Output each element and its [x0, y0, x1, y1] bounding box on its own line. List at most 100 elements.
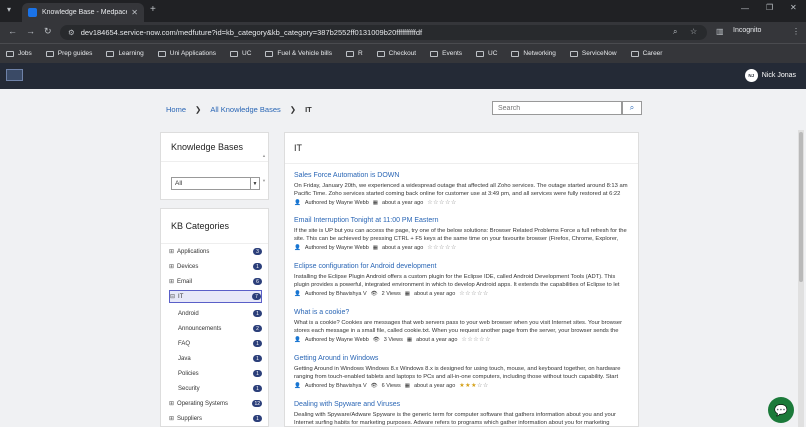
category-label: Devices [177, 263, 199, 270]
article-views: 3 Views [383, 336, 403, 343]
breadcrumb-all-kb[interactable]: All Knowledge Bases [210, 105, 280, 114]
chat-icon[interactable]: 💬 [768, 397, 794, 423]
browser-tab[interactable]: Knowledge Base - Medpace Full ✕ [22, 3, 144, 22]
bookmark-item[interactable]: UC [230, 50, 251, 57]
expand-icon[interactable]: ⊞ [169, 248, 174, 255]
article-author: Authored by Wayne Webb [304, 244, 369, 251]
collapse-icon[interactable]: ⊟ [170, 293, 175, 300]
favicon-icon [28, 8, 37, 17]
bookmark-item[interactable]: Events [430, 50, 462, 57]
user-name: Nick Jonas [761, 72, 796, 79]
bookmark-star-icon[interactable]: ☆ [690, 27, 697, 36]
article-title-link[interactable]: Getting Around in Windows [294, 355, 630, 362]
panel-title: Knowledge Bases [161, 133, 268, 162]
category-item[interactable]: ⊞ Applications 3 [169, 245, 262, 258]
category-item[interactable]: Security 1 [169, 382, 262, 395]
panel-title: KB Categories [161, 209, 268, 244]
folder-icon [106, 50, 115, 57]
bookmark-item[interactable]: Fuel & Vehicle bills [265, 50, 332, 57]
forward-icon[interactable]: → [26, 26, 35, 36]
tab-search-icon[interactable]: ▾ [7, 5, 11, 14]
bookmark-label: UC [488, 50, 498, 57]
kb-select[interactable]: All ▼ [171, 177, 260, 190]
article-title-link[interactable]: What is a cookie? [294, 309, 630, 316]
expand-icon[interactable]: ⊞ [169, 400, 174, 407]
bookmark-label: R [357, 50, 363, 57]
article-snippet: If the site is UP but you can access the… [294, 228, 627, 242]
article-title-link[interactable]: Eclipse configuration for Android develo… [294, 263, 630, 270]
search-button[interactable]: ⌕ [622, 101, 642, 115]
article-meta: 👤 Authored by Wayne Webb ▦ about a year ago… [294, 199, 630, 207]
incognito-label[interactable]: Incognito [733, 27, 761, 34]
bookmark-item[interactable]: UC [476, 50, 497, 57]
menu-icon[interactable]: ⋮ [792, 27, 800, 36]
category-item[interactable]: ⊟ IT 7 [169, 290, 262, 303]
bookmark-label: Fuel & Vehicle bills [277, 50, 332, 57]
bookmark-item[interactable]: Networking [511, 50, 556, 57]
page-scrollbar[interactable] [798, 130, 804, 427]
article-age: about a year ago [413, 290, 456, 297]
chevron-down-icon: ▼ [250, 178, 259, 189]
minimize-icon[interactable]: — [741, 4, 749, 13]
article-title-link[interactable]: Email Interruption Tonight at 11:00 PM E… [294, 217, 630, 224]
search-input[interactable] [492, 101, 622, 115]
category-item[interactable]: Announcements 2 [169, 322, 262, 335]
category-label: Policies [178, 370, 199, 377]
window-close-icon[interactable]: ✕ [790, 3, 797, 12]
category-item[interactable]: ⊞ Operating Systems 12 [169, 397, 262, 410]
article-item: Email Interruption Tonight at 11:00 PM E… [294, 217, 630, 251]
bookmark-item[interactable]: Learning [106, 50, 144, 57]
folder-icon [265, 50, 274, 57]
expand-icon[interactable]: ⊞ [169, 263, 174, 270]
bookmark-item[interactable]: Career [630, 50, 662, 57]
count-badge: 1 [253, 415, 262, 422]
category-item[interactable]: FAQ 1 [169, 337, 262, 350]
zoom-icon[interactable]: ⌕ [673, 27, 677, 37]
back-icon[interactable]: ← [8, 26, 17, 36]
rating-stars: ☆☆☆☆☆ [427, 244, 456, 251]
calendar-icon: ▦ [404, 290, 410, 297]
scroll-thumb[interactable] [799, 132, 803, 282]
rating-stars: ☆☆☆☆☆ [427, 199, 456, 206]
bookmark-item[interactable]: Uni Applications [157, 50, 216, 57]
user-icon: 👤 [294, 199, 301, 206]
chevron-right-icon: ❯ [195, 105, 202, 114]
category-item[interactable]: ⊞ Email 6 [169, 275, 262, 288]
folder-icon [376, 50, 385, 57]
bookmark-item[interactable]: Jobs [6, 50, 32, 57]
side-panel-icon[interactable]: ▥ [716, 27, 724, 36]
category-label: Announcements [178, 325, 222, 332]
bookmark-label: Jobs [18, 50, 32, 57]
folder-icon [569, 50, 578, 57]
new-tab-icon[interactable]: + [150, 4, 156, 15]
article-title-link[interactable]: Dealing with Spyware and Viruses [294, 401, 630, 408]
expand-icon[interactable]: ⊞ [169, 278, 174, 285]
expand-icon[interactable]: ⊞ [169, 415, 174, 422]
scroll-arrows-icon[interactable]: ▲ ▼ [262, 153, 266, 183]
article-title-link[interactable]: Sales Force Automation is DOWN [294, 172, 630, 179]
category-item[interactable]: Policies 1 [169, 367, 262, 380]
url-field[interactable]: ⚙ dev184654.service-now.com/medfuture?id… [60, 25, 707, 40]
bookmark-item[interactable]: R [345, 50, 363, 57]
reload-icon[interactable]: ↻ [44, 26, 52, 37]
category-item[interactable]: ⊞ Devices 1 [169, 260, 262, 273]
restore-icon[interactable]: ❐ [766, 3, 773, 12]
calendar-icon: ▦ [372, 199, 378, 206]
url-text: dev184654.service-now.com/medfuture?id=k… [80, 28, 423, 37]
category-item[interactable]: Android 1 [169, 307, 262, 320]
kb-categories-panel: KB Categories ⊞ Applications 3 ⊞ Devices 1 ⊞ Em… [160, 208, 269, 427]
user-menu[interactable]: NJ Nick Jonas [744, 69, 796, 82]
breadcrumb-home[interactable]: Home [166, 105, 186, 114]
category-item[interactable]: Java 1 [169, 352, 262, 365]
portal-header: NJ Nick Jonas [0, 63, 806, 89]
folder-icon [6, 50, 14, 57]
bookmark-item[interactable]: Checkout [376, 50, 416, 57]
close-tab-icon[interactable]: ✕ [131, 8, 138, 17]
category-item[interactable]: ⊞ Suppliers 1 [169, 412, 262, 425]
breadcrumb: Home ❯ All Knowledge Bases ❯ IT [166, 105, 312, 114]
site-info-icon[interactable]: ⚙ [68, 28, 75, 37]
bookmark-item[interactable]: Prep guides [45, 50, 92, 57]
medpace-logo[interactable] [6, 69, 23, 81]
rating-stars: ★★★☆☆ [459, 382, 488, 389]
bookmark-item[interactable]: ServiceNow [569, 50, 617, 57]
